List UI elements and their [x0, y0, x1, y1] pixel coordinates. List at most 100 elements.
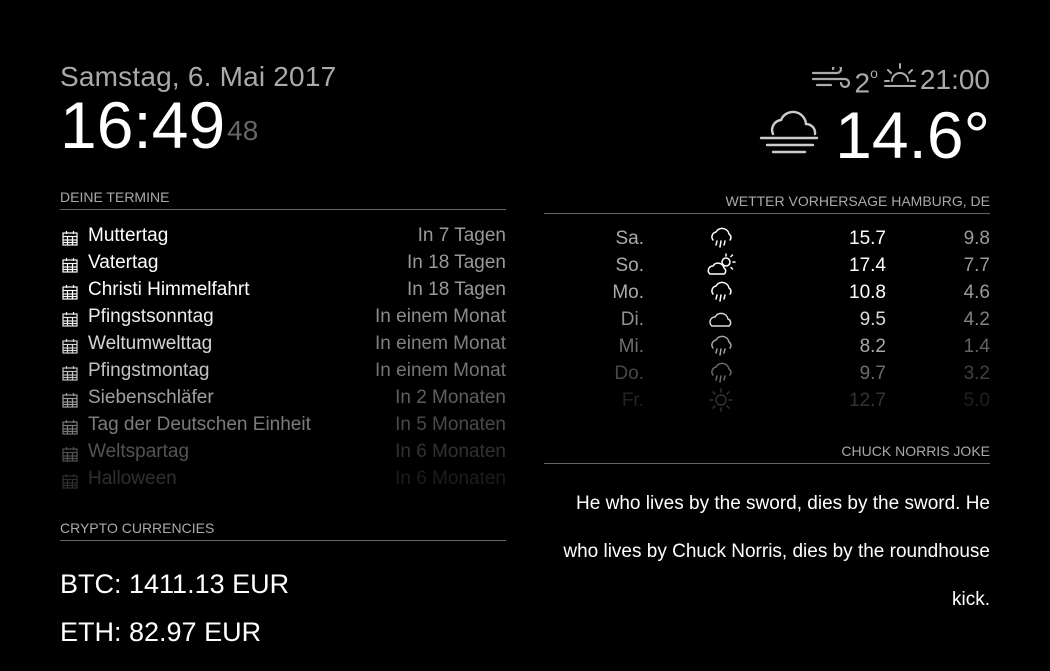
calendar-icon [62, 392, 78, 408]
forecast-max: 12.7 [849, 390, 886, 411]
event-time: In 6 Monaten [395, 467, 506, 489]
forecast-row: So. 17.4 7.7 [544, 252, 990, 279]
sunset-icon [883, 61, 916, 99]
crypto-header: CRYPTO CURRENCIES [60, 520, 506, 541]
event-time: In einem Monat [375, 332, 506, 354]
calendar-icon [62, 446, 78, 462]
weather-details: 2o 21:00 [759, 60, 990, 100]
joke-header: CHUCK NORRIS JOKE [544, 443, 990, 464]
clock-time: 16:4948 [60, 92, 336, 158]
forecast-max: 8.2 [859, 336, 886, 357]
forecast-row: Fr. 12.7 5.0 [544, 387, 990, 414]
forecast-max: 15.7 [849, 228, 886, 249]
crypto-btc: BTC: 1411.13 EUR [60, 569, 290, 599]
calendar-event: Vatertag In 18 Tagen [60, 249, 506, 276]
event-title: Weltspartag [88, 440, 190, 462]
forecast-day: Fr. [621, 390, 644, 411]
event-title: Christi Himmelfahrt [88, 278, 250, 300]
forecast-day: So. [615, 255, 644, 276]
calendar-event: Halloween In 6 Monaten [60, 465, 506, 492]
calendar-icon [62, 230, 78, 246]
forecast-min: 4.2 [963, 309, 990, 330]
calendar-icon [62, 311, 78, 327]
event-title: Muttertag [88, 224, 169, 246]
event-title: Siebenschläfer [88, 386, 214, 408]
crypto-module: BTC: 1411.13 EUR ETH: 82.97 EUR [60, 560, 289, 656]
joke-text: He who lives by the sword, dies by the s… [563, 493, 990, 610]
event-time: In 5 Monaten [395, 413, 506, 435]
forecast-max: 17.4 [849, 255, 886, 276]
forecast-max: 9.7 [859, 363, 886, 384]
calendar-event: Pfingstmontag In einem Monat [60, 357, 506, 384]
clock-seconds: 48 [227, 115, 259, 146]
event-time: In 18 Tagen [407, 278, 506, 300]
event-time: In 6 Monaten [395, 440, 506, 462]
event-time: In 2 Monaten [395, 386, 506, 408]
crypto-eth: ETH: 82.97 EUR [60, 617, 262, 647]
event-title: Pfingstmontag [88, 359, 210, 381]
calendar-icon [62, 338, 78, 354]
calendar-icon [62, 365, 78, 381]
event-title: Weltumwelttag [88, 332, 213, 354]
forecast-day: Do. [614, 363, 644, 384]
calendar-event: Siebenschläfer In 2 Monaten [60, 384, 506, 411]
forecast-row: Mo. 10.8 4.6 [544, 279, 990, 306]
forecast-row: Sa. 15.7 9.8 [544, 225, 990, 252]
event-time: In einem Monat [375, 359, 506, 381]
wind-beaufort: 2o [855, 60, 878, 100]
calendar-event: Tag der Deutschen Einheit In 5 Monaten [60, 411, 506, 438]
forecast-row: Mi. 8.2 1.4 [544, 333, 990, 360]
clock-hours-minutes: 16:49 [60, 88, 226, 162]
clock-module: Samstag, 6. Mai 2017 16:4948 [60, 60, 336, 158]
forecast-min: 9.8 [963, 228, 990, 249]
calendar-event: Weltumwelttag In einem Monat [60, 330, 506, 357]
forecast-min: 5.0 [963, 390, 990, 411]
forecast-day: Mi. [618, 336, 644, 357]
sun-time: 21:00 [919, 64, 990, 96]
forecast-table: Sa. 15.7 9.8 So. 17.4 7.7 Mo. 10.8 4.6 Di. 9.5 4.2 M… [544, 225, 990, 414]
calendar-event: Pfingstsonntag In einem Monat [60, 303, 506, 330]
forecast-max: 9.5 [859, 309, 886, 330]
cloud-icon [706, 307, 736, 331]
calendar-icon [62, 473, 78, 489]
rain-icon [706, 334, 736, 358]
forecast-min: 4.6 [963, 282, 990, 303]
forecast-day: Di. [620, 309, 644, 330]
forecast-min: 1.4 [963, 336, 990, 357]
fog-cloud-icon [759, 108, 821, 163]
forecast-day: Mo. [612, 282, 644, 303]
event-time: In 7 Tagen [417, 224, 506, 246]
calendar-header: DEINE TERMINE [60, 189, 506, 210]
current-weather: 2o 21:00 14.6° [759, 60, 990, 168]
calendar-event: Weltspartag In 6 Monaten [60, 438, 506, 465]
forecast-row: Di. 9.5 4.2 [544, 306, 990, 333]
wind-icon [811, 63, 851, 97]
calendar-event: Muttertag In 7 Tagen [60, 222, 506, 249]
event-time: In 18 Tagen [407, 251, 506, 273]
calendar-icon [62, 419, 78, 435]
partly-cloudy-icon [706, 253, 736, 277]
rain-icon [706, 280, 736, 304]
event-title: Pfingstsonntag [88, 305, 214, 327]
calendar-icon [62, 284, 78, 300]
sun-icon [706, 388, 736, 412]
beaufort-unit: o [870, 65, 878, 81]
current-temperature: 14.6° [835, 98, 990, 173]
calendar-event: Christi Himmelfahrt In 18 Tagen [60, 276, 506, 303]
calendar-list: Muttertag In 7 Tagen Vatertag In 18 Tagen Ch… [60, 222, 506, 492]
weather-main: 14.6° [759, 102, 990, 168]
event-title: Tag der Deutschen Einheit [88, 413, 311, 435]
event-title: Halloween [88, 467, 177, 489]
forecast-header: WETTER VORHERSAGE HAMBURG, DE [544, 193, 990, 214]
forecast-day: Sa. [615, 228, 644, 249]
forecast-max: 10.8 [849, 282, 886, 303]
forecast-min: 3.2 [963, 363, 990, 384]
beaufort-value: 2 [854, 67, 871, 99]
rain-icon [706, 361, 736, 385]
event-title: Vatertag [88, 251, 159, 273]
forecast-min: 7.7 [963, 255, 990, 276]
rain-icon [706, 226, 736, 250]
event-time: In einem Monat [375, 305, 506, 327]
forecast-row: Do. 9.7 3.2 [544, 360, 990, 387]
calendar-icon [62, 257, 78, 273]
